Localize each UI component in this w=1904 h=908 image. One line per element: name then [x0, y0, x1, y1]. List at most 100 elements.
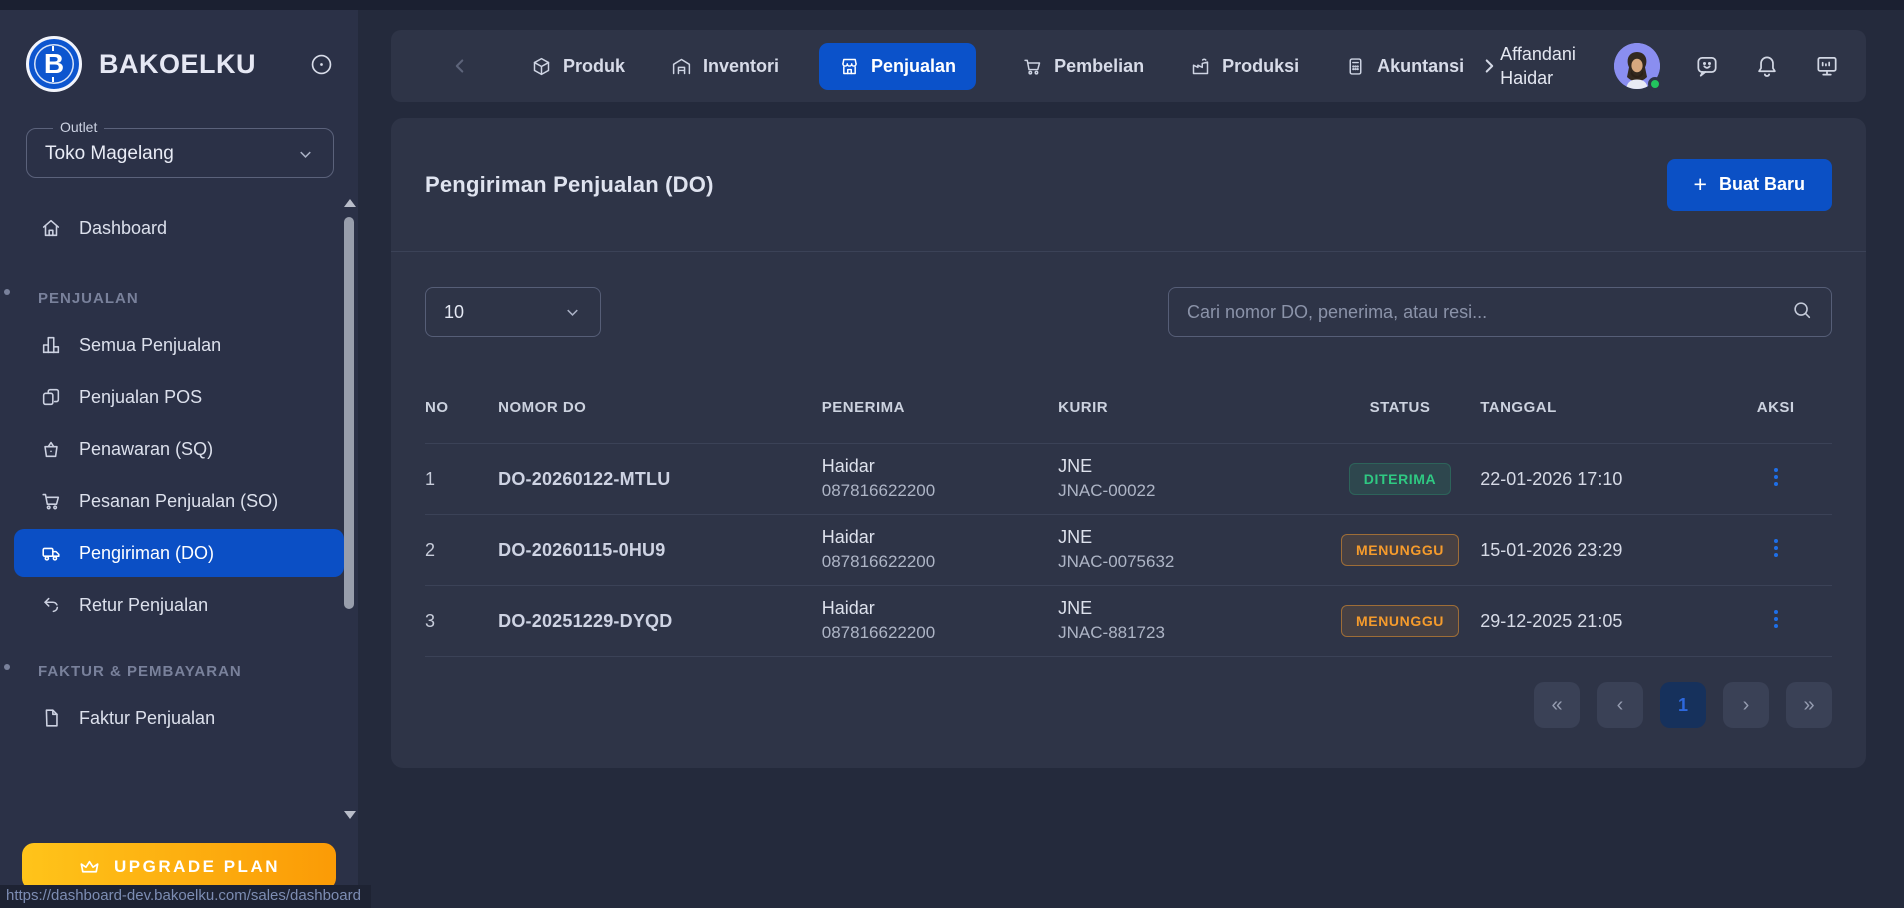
- page-size-select[interactable]: 10: [425, 287, 601, 337]
- row-actions-kebab-icon[interactable]: [1764, 461, 1788, 493]
- nav-scroll-left-icon[interactable]: [449, 55, 471, 77]
- bell-icon[interactable]: [1754, 53, 1780, 79]
- pagination-first-button[interactable]: «: [1534, 682, 1580, 728]
- page-title: Pengiriman Penjualan (DO): [425, 171, 714, 197]
- card-header: Pengiriman Penjualan (DO) + Buat Baru: [391, 118, 1866, 252]
- document-icon: [45, 709, 58, 727]
- upgrade-plan-label: UPGRADE PLAN: [113, 856, 280, 876]
- cell-nomor-do: DO-20260122-MTLU: [498, 468, 671, 489]
- sidebar-item-label: Pesanan Penjualan (SO): [79, 490, 279, 511]
- nav-item-label: Produksi: [1222, 55, 1300, 76]
- factory-icon: [1192, 58, 1209, 74]
- scroll-down-icon[interactable]: [344, 811, 356, 819]
- search-icon: [1791, 299, 1813, 326]
- table-row: 3 DO-20251229-DYQD Haidar 087816622200 J…: [425, 586, 1832, 657]
- sidebar-item-faktur-penjualan[interactable]: Faktur Penjualan: [14, 694, 344, 742]
- nav-item-akuntansi[interactable]: Akuntansi: [1345, 56, 1464, 77]
- col-header-nomor-do: NOMOR DO: [498, 399, 587, 416]
- sidebar-item-label: Semua Penjualan: [79, 334, 222, 355]
- search-box[interactable]: [1168, 287, 1832, 337]
- cell-penerima-nama: Haidar: [821, 527, 875, 548]
- sidebar-item-semua-penjualan[interactable]: Semua Penjualan: [14, 321, 344, 369]
- pagination-next-button[interactable]: ›: [1723, 682, 1769, 728]
- brand-header: B BAKOELKU: [0, 10, 358, 92]
- nav-item-penjualan[interactable]: Penjualan: [819, 42, 977, 90]
- scrollbar-thumb[interactable]: [344, 217, 354, 609]
- sidebar-section-faktur-pembayaran: FAKTUR & PEMBAYARAN: [0, 633, 358, 690]
- sidebar-item-dashboard[interactable]: Dashboard: [14, 204, 344, 252]
- section-bullet-icon: [4, 288, 10, 295]
- sidebar-item-label: Penjualan POS: [79, 386, 203, 407]
- pagination-current-page[interactable]: 1: [1660, 682, 1706, 728]
- cell-kurir: JNE: [1058, 527, 1093, 548]
- plus-icon: +: [1693, 171, 1707, 197]
- table-controls: 10: [391, 252, 1866, 337]
- brand-name: BAKOELKU: [99, 48, 256, 79]
- cell-resi: JNAC-881723: [1058, 622, 1165, 642]
- outlet-select[interactable]: Outlet Toko Magelang: [26, 119, 334, 178]
- cell-penerima-telp: 087816622200: [821, 480, 936, 500]
- row-actions-kebab-icon[interactable]: [1764, 532, 1788, 564]
- pagination-last-button[interactable]: »: [1786, 682, 1832, 728]
- cell-tanggal: 29-12-2025 21:05: [1480, 610, 1623, 631]
- table-row: 1 DO-20260122-MTLU Haidar 087816622200 J…: [425, 444, 1832, 515]
- sidebar-item-penjualan-pos[interactable]: Penjualan POS: [14, 373, 344, 421]
- calculator-icon: [1349, 57, 1362, 75]
- sidebar-scrollbar[interactable]: [341, 199, 358, 819]
- nav-scroll-right-icon[interactable]: [1478, 55, 1500, 77]
- cell-tanggal: 15-01-2026 23:29: [1480, 539, 1623, 560]
- cell-resi: JNAC-00022: [1058, 480, 1156, 500]
- sidebar-item-penawaran-sq[interactable]: Penawaran (SQ): [14, 425, 344, 473]
- scroll-up-icon[interactable]: [344, 199, 356, 207]
- return-icon: [44, 597, 59, 613]
- section-label: PENJUALAN: [38, 290, 139, 307]
- sidebar-item-pengiriman-do[interactable]: Pengiriman (DO): [14, 529, 344, 577]
- cell-no: 2: [425, 539, 436, 560]
- row-actions-kebab-icon[interactable]: [1764, 603, 1788, 635]
- home-icon: [42, 219, 60, 237]
- cell-penerima-telp: 087816622200: [821, 622, 936, 642]
- bar-chart-icon: [42, 336, 60, 354]
- nav-item-pembelian[interactable]: Pembelian: [1022, 56, 1144, 77]
- bitcoin-b-icon: B: [43, 46, 65, 82]
- pagination-prev-button[interactable]: ‹: [1597, 682, 1643, 728]
- nav-item-label: Pembelian: [1054, 55, 1145, 76]
- outlet-label: Outlet: [53, 119, 105, 135]
- outlet-value: Toko Magelang: [45, 143, 174, 164]
- create-new-button[interactable]: + Buat Baru: [1666, 158, 1832, 211]
- upgrade-plan-button[interactable]: UPGRADE PLAN: [22, 843, 336, 890]
- cell-nomor-do: DO-20251229-DYQD: [498, 610, 673, 631]
- monitor-icon[interactable]: [1814, 53, 1840, 79]
- avatar[interactable]: [1614, 43, 1662, 91]
- sidebar: B BAKOELKU Outlet Toko Magelang Dashboar…: [0, 10, 358, 908]
- cell-no: 1: [425, 468, 436, 489]
- crown-icon: [80, 860, 99, 873]
- nav-item-label: Akuntansi: [1377, 55, 1465, 76]
- cell-kurir: JNE: [1058, 456, 1093, 477]
- content-card: Pengiriman Penjualan (DO) + Buat Baru 10: [391, 118, 1866, 768]
- nav-item-produk[interactable]: Produk: [531, 56, 625, 77]
- window-top-edge: [0, 0, 1904, 10]
- sidebar-item-label: Faktur Penjualan: [79, 707, 216, 728]
- sidebar-item-retur-penjualan[interactable]: Retur Penjualan: [14, 581, 344, 629]
- status-badge: MENUNGGU: [1341, 534, 1460, 566]
- do-table: NO NOMOR DO PENERIMA KURIR STATUS TANGGA…: [425, 389, 1832, 657]
- top-nav: Produk Inventori Penjualan Pembelian Pro…: [391, 30, 1866, 102]
- status-badge: DITERIMA: [1348, 463, 1452, 495]
- chevron-down-icon: [296, 145, 315, 164]
- sidebar-item-pesanan-penjualan-so[interactable]: Pesanan Penjualan (SO): [14, 477, 344, 525]
- search-input[interactable]: [1187, 301, 1791, 323]
- pagination: « ‹ 1 › »: [425, 682, 1832, 728]
- cart-icon: [1024, 59, 1041, 75]
- nav-item-inventori[interactable]: Inventori: [671, 56, 779, 77]
- sidebar-item-label: Dashboard: [79, 217, 168, 238]
- col-header-penerima: PENERIMA: [821, 399, 905, 416]
- sidebar-collapse-icon[interactable]: [309, 52, 334, 77]
- box-icon: [533, 57, 550, 75]
- nav-item-produksi[interactable]: Produksi: [1190, 56, 1299, 77]
- table-header-row: NO NOMOR DO PENERIMA KURIR STATUS TANGGA…: [425, 389, 1832, 444]
- user-name[interactable]: Affandani Haidar: [1500, 42, 1588, 91]
- sidebar-item-label: Retur Penjualan: [79, 594, 209, 615]
- cell-penerima-telp: 087816622200: [821, 551, 936, 571]
- chat-icon[interactable]: [1694, 53, 1720, 79]
